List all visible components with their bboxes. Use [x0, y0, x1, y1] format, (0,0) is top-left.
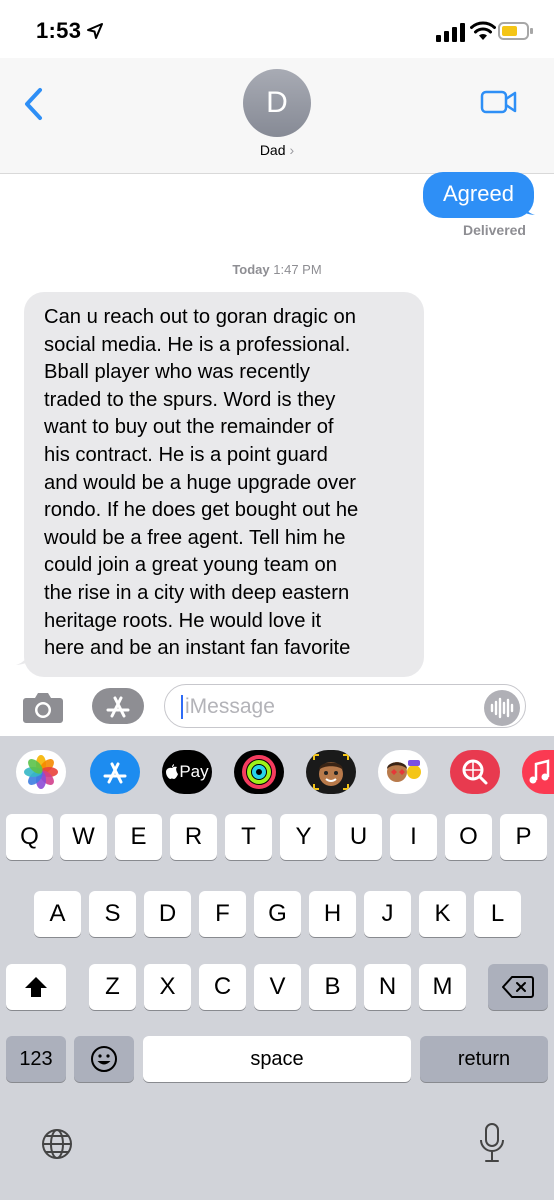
- image-search-app-button[interactable]: [450, 750, 500, 794]
- emoji-key[interactable]: [74, 1036, 134, 1082]
- app-store-app-button[interactable]: [90, 750, 140, 794]
- key-p[interactable]: P: [500, 814, 547, 860]
- apple-pay-icon: [166, 764, 179, 779]
- audio-message-button[interactable]: [484, 690, 520, 726]
- memoji-app-button[interactable]: [306, 750, 356, 794]
- message-line: want to buy out the remainder of: [44, 416, 334, 439]
- location-arrow-icon: [87, 23, 103, 39]
- key-t[interactable]: T: [225, 814, 272, 860]
- key-s[interactable]: S: [89, 891, 136, 937]
- outgoing-message[interactable]: Agreed: [423, 172, 534, 218]
- key-i[interactable]: I: [390, 814, 437, 860]
- globe-icon[interactable]: [40, 1127, 74, 1161]
- key-v[interactable]: V: [254, 964, 301, 1010]
- photos-icon: [24, 755, 58, 789]
- key-o[interactable]: O: [445, 814, 492, 860]
- shift-icon: [25, 977, 47, 997]
- key-j[interactable]: J: [364, 891, 411, 937]
- key-r[interactable]: R: [170, 814, 217, 860]
- space-key[interactable]: space: [143, 1036, 411, 1082]
- backspace-key[interactable]: [488, 964, 548, 1010]
- key-y[interactable]: Y: [280, 814, 327, 860]
- key-n[interactable]: N: [364, 964, 411, 1010]
- message-line: traded to the spurs. Word is they: [44, 388, 336, 411]
- timestamp-time: 1:47 PM: [273, 262, 322, 277]
- key-a[interactable]: A: [34, 891, 81, 937]
- avatar[interactable]: D: [243, 69, 311, 137]
- search-images-icon: [462, 759, 488, 785]
- memoji-stickers-app-button[interactable]: [378, 750, 428, 794]
- app-store-button[interactable]: [92, 688, 144, 724]
- key-h[interactable]: H: [309, 891, 356, 937]
- incoming-message[interactable]: Can u reach out to goran dragic on socia…: [24, 292, 424, 677]
- memoji-stickers-icon: [387, 760, 421, 782]
- apple-pay-label: Pay: [179, 762, 209, 781]
- message-line: the rise in a city with deep eastern: [44, 581, 350, 604]
- message-timestamp: Today 1:47 PM: [0, 262, 554, 277]
- avatar-letter: D: [266, 86, 288, 119]
- status-time: 1:53: [36, 18, 82, 43]
- contact-name: Dad: [259, 142, 286, 158]
- backspace-icon: [502, 976, 534, 998]
- message-line: Bball player who was recently: [44, 361, 310, 384]
- key-e[interactable]: E: [115, 814, 162, 860]
- app-store-icon: [103, 762, 127, 784]
- input-placeholder: iMessage: [185, 695, 275, 718]
- key-m[interactable]: M: [419, 964, 466, 1010]
- key-c[interactable]: C: [199, 964, 246, 1010]
- signal-bars-icon: [436, 23, 465, 42]
- audio-waveform-icon: [490, 697, 514, 719]
- contact-name-button[interactable]: Dad ›: [0, 142, 554, 158]
- numbers-key[interactable]: 123: [6, 1036, 66, 1082]
- video-camera-icon[interactable]: [480, 88, 518, 116]
- activity-app-button[interactable]: [234, 750, 284, 794]
- emoji-icon: [91, 1046, 117, 1072]
- chevron-right-icon: ›: [289, 142, 295, 158]
- key-g[interactable]: G: [254, 891, 301, 937]
- key-w[interactable]: W: [60, 814, 107, 860]
- camera-icon[interactable]: [22, 690, 64, 724]
- return-key-label: return: [457, 1047, 511, 1070]
- text-cursor: [181, 695, 183, 719]
- delivery-status: Delivered: [462, 222, 526, 238]
- numbers-key-label: 123: [19, 1047, 53, 1070]
- key-l[interactable]: L: [474, 891, 521, 937]
- return-key[interactable]: return: [420, 1036, 548, 1082]
- message-line: heritage roots. He would love it: [44, 609, 322, 632]
- space-key-label: space: [250, 1047, 304, 1070]
- memoji-icon: [313, 754, 349, 790]
- message-line: rondo. If he does get bought out he: [44, 499, 359, 522]
- activity-rings-icon: [242, 755, 276, 789]
- message-line: here and be an instant fan favorite: [44, 637, 351, 660]
- key-b[interactable]: B: [309, 964, 356, 1010]
- app-store-icon: [106, 696, 130, 718]
- microphone-icon[interactable]: [478, 1122, 506, 1164]
- key-k[interactable]: K: [419, 891, 466, 937]
- shift-key[interactable]: [6, 964, 66, 1010]
- message-line: social media. He is a professional.: [44, 333, 351, 356]
- message-line: could join a great young team on: [44, 554, 337, 577]
- message-text: Agreed: [443, 181, 514, 206]
- key-z[interactable]: Z: [89, 964, 136, 1010]
- apple-pay-button[interactable]: Pay: [162, 750, 212, 794]
- key-x[interactable]: X: [144, 964, 191, 1010]
- key-u[interactable]: U: [335, 814, 382, 860]
- timestamp-day: Today: [232, 262, 270, 277]
- key-d[interactable]: D: [144, 891, 191, 937]
- battery-icon: [498, 22, 533, 40]
- photos-app-button[interactable]: [16, 750, 66, 794]
- key-q[interactable]: Q: [6, 814, 53, 860]
- key-f[interactable]: F: [199, 891, 246, 937]
- message-line: would be a free agent. Tell him he: [44, 526, 346, 549]
- wifi-icon: [470, 21, 496, 40]
- message-line: Can u reach out to goran dragic on: [44, 306, 356, 328]
- message-line: and would be a huge upgrade over: [44, 471, 357, 494]
- chevron-left-icon[interactable]: [18, 84, 48, 124]
- message-line: his contract. He is a point guard: [44, 443, 328, 466]
